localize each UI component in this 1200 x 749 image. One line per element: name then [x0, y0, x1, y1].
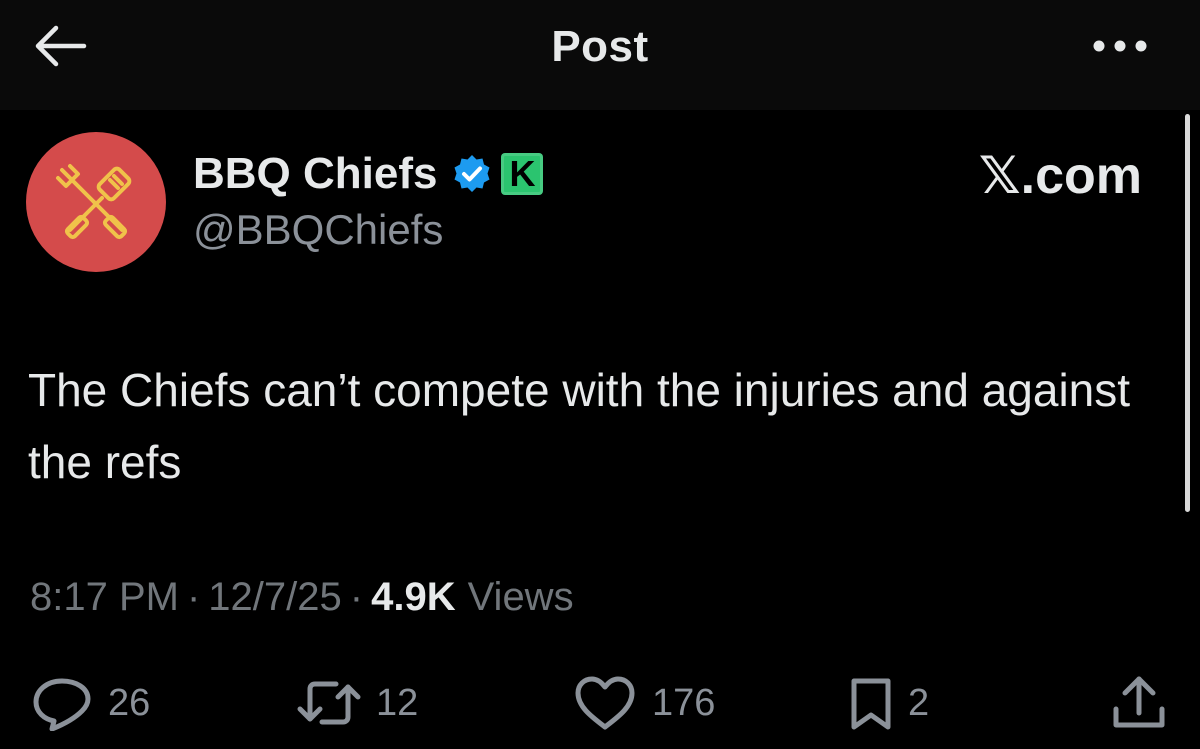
post-meta: 8:17 PM · 12/7/25 · 4.9K Views	[30, 575, 574, 620]
page-title: Post	[551, 22, 649, 71]
bookmark-count: 2	[908, 681, 930, 724]
reply-icon	[30, 675, 94, 731]
like-count: 176	[652, 681, 716, 724]
share-icon	[1110, 673, 1168, 733]
like-button[interactable]: 176	[572, 668, 715, 738]
meta-separator: ·	[349, 575, 364, 619]
author-display-name[interactable]: BBQ Chiefs	[193, 149, 437, 199]
author-block: BBQ Chiefs K @BBQChiefs	[193, 146, 544, 254]
author-name-row: BBQ Chiefs K	[193, 146, 544, 202]
post-text: The Chiefs can’t compete with the injuri…	[28, 364, 1131, 488]
repost-count: 12	[376, 681, 419, 724]
affiliate-badge[interactable]: K	[501, 153, 544, 195]
views-label: Views	[467, 575, 574, 619]
avatar[interactable]	[26, 132, 166, 272]
reply-button[interactable]: 26	[30, 668, 150, 738]
bookmark-icon	[848, 675, 894, 731]
repost-icon	[296, 675, 362, 731]
scrollbar[interactable]	[1185, 114, 1190, 512]
crossed-fork-spatula-icon	[52, 156, 140, 249]
action-bar: 26 12 176 2	[0, 668, 1200, 738]
verified-badge-icon[interactable]	[451, 153, 493, 195]
post-date[interactable]: 12/7/25	[208, 575, 341, 620]
heart-icon	[572, 675, 638, 731]
more-options-button[interactable]	[1088, 30, 1152, 66]
bookmark-button[interactable]: 2	[848, 668, 929, 738]
reply-count: 26	[108, 681, 151, 724]
source-link[interactable]: 𝕏.com	[979, 146, 1142, 206]
repost-button[interactable]: 12	[296, 668, 418, 738]
author-handle[interactable]: @BBQChiefs	[193, 206, 543, 254]
more-horizontal-icon	[1092, 39, 1148, 58]
top-bar: Post	[0, 0, 1200, 110]
share-button[interactable]	[1110, 668, 1168, 738]
views-count[interactable]: 4.9K	[371, 575, 456, 620]
meta-separator: ·	[186, 575, 201, 619]
post-time[interactable]: 8:17 PM	[30, 575, 179, 620]
